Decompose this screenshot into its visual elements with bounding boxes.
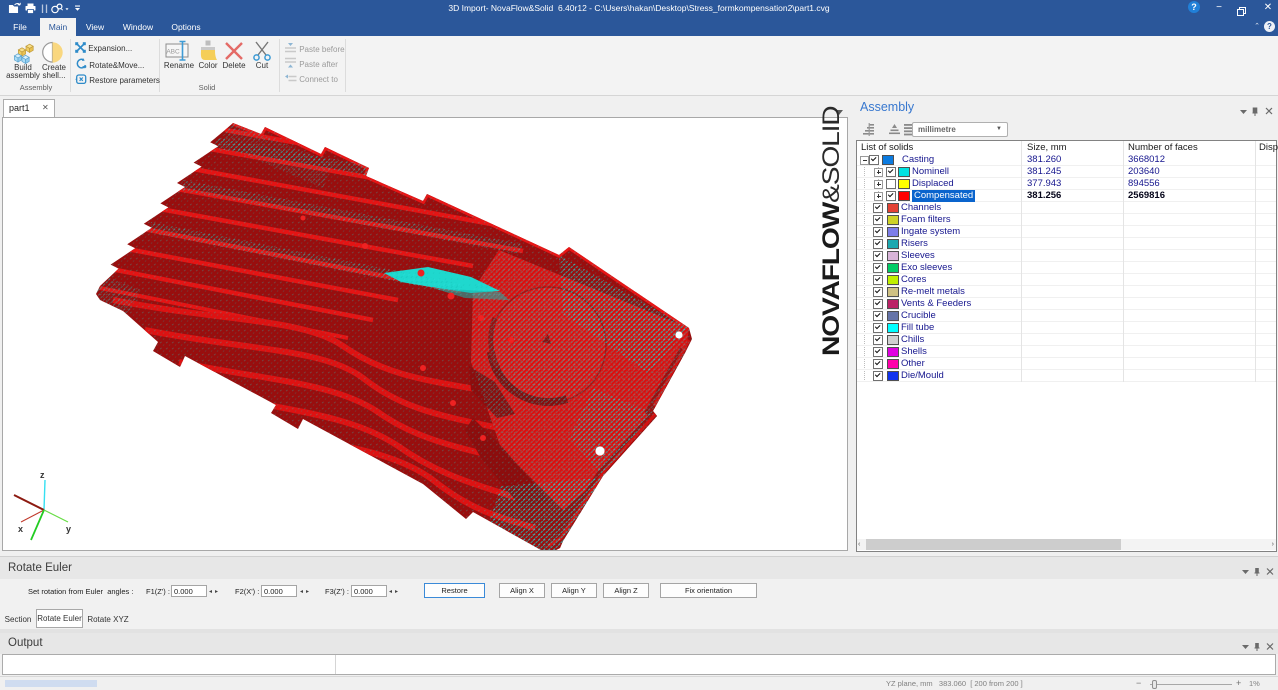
svg-text:x: x <box>18 524 23 534</box>
svg-text:y: y <box>66 524 71 534</box>
svg-text:ABC: ABC <box>166 49 180 56</box>
svg-text:z: z <box>40 470 45 480</box>
